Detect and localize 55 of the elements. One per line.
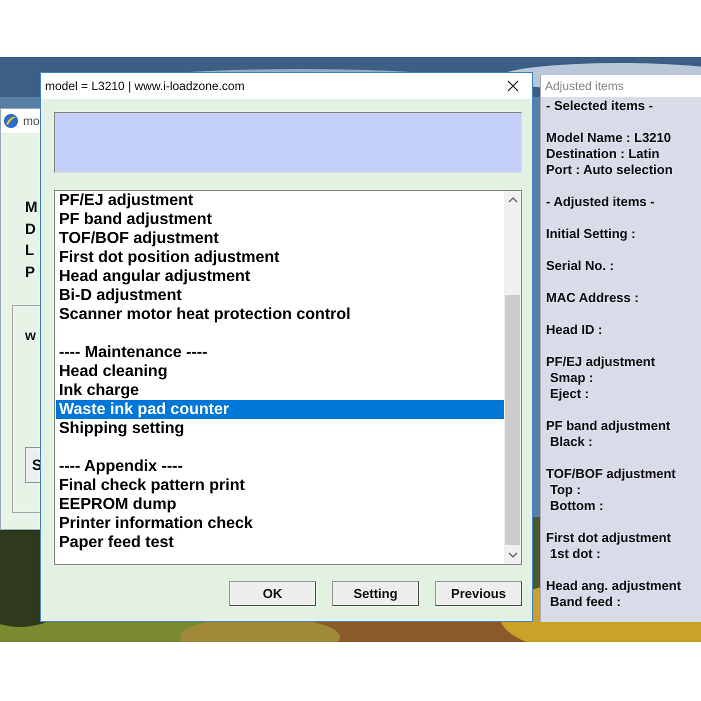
logo-icon [3, 113, 19, 129]
info-text: - Adjusted items - [546, 194, 656, 210]
list-item[interactable]: First dot position adjustment [56, 248, 504, 267]
info-text: Serial No. : [546, 258, 615, 274]
list-item[interactable]: Ink charge [56, 381, 504, 400]
list-item[interactable]: EEPROM dump [56, 495, 504, 514]
info-text: Black : [549, 434, 594, 450]
info-text: Head ID : [546, 322, 604, 338]
info-text: - Selected items - [546, 98, 654, 114]
list-item[interactable]: Bi-D adjustment [56, 286, 504, 305]
info-text: Bottom : [549, 498, 604, 514]
info-text: PF/EJ adjustment [546, 354, 656, 370]
list-item[interactable]: Final check pattern print [56, 476, 504, 495]
info-text: Eject : [549, 386, 590, 402]
button[interactable]: OK [229, 581, 316, 606]
info-text: Band feed : [549, 594, 622, 610]
scrollbar[interactable] [504, 191, 521, 564]
close-icon [507, 80, 519, 92]
list-item[interactable]: Shipping setting [56, 419, 504, 438]
list-item[interactable]: Scanner motor heat protection control [56, 305, 504, 324]
button[interactable]: Setting [332, 581, 419, 606]
scroll-thumb[interactable] [505, 295, 520, 545]
info-text: Model Name : L3210 [546, 130, 672, 146]
info-text: First dot adjustment [546, 530, 672, 546]
section-header: ---- Maintenance ---- [58, 343, 208, 362]
list-item[interactable]: Waste ink pad counter [56, 400, 504, 419]
scroll-up-icon [508, 197, 518, 203]
info-text: PF band adjustment [546, 418, 672, 434]
window-title: Adjusted items [541, 75, 701, 97]
info-text: TOF/BOF adjustment [546, 466, 677, 482]
list-item[interactable]: Head angular adjustment [56, 267, 504, 286]
info-text: Head ang. adjustment [546, 578, 682, 594]
info-text: 1st dot : [549, 546, 602, 562]
info-text: Smap : [549, 370, 594, 386]
field-label: M [25, 198, 38, 218]
info-text: Initial Setting : [546, 226, 637, 242]
list-item[interactable]: Paper feed test [56, 533, 504, 552]
section-header: ---- Appendix ---- [58, 457, 184, 476]
list-item[interactable]: PF band adjustment [56, 210, 504, 229]
info-text: Top : [549, 482, 582, 498]
list-item[interactable]: Printer information check [56, 514, 504, 533]
field-label: L [25, 241, 34, 261]
group-text: w [25, 327, 36, 343]
field-label: P [25, 262, 36, 282]
list-item[interactable]: TOF/BOF adjustment [56, 229, 504, 248]
list-item[interactable]: PF/EJ adjustment [56, 191, 504, 210]
info-text: MAC Address : [546, 290, 640, 306]
field-label: D [25, 220, 36, 240]
window-title: model = L3210 | www.i-loadzone.com [45, 79, 245, 93]
window-title: mo [23, 114, 40, 128]
info-text: Destination : Latin [546, 146, 660, 162]
button[interactable]: Previous [435, 581, 522, 606]
list-item[interactable]: Head cleaning [56, 362, 504, 381]
scroll-down-icon [508, 552, 518, 558]
info-text: Port : Auto selection [546, 162, 674, 178]
